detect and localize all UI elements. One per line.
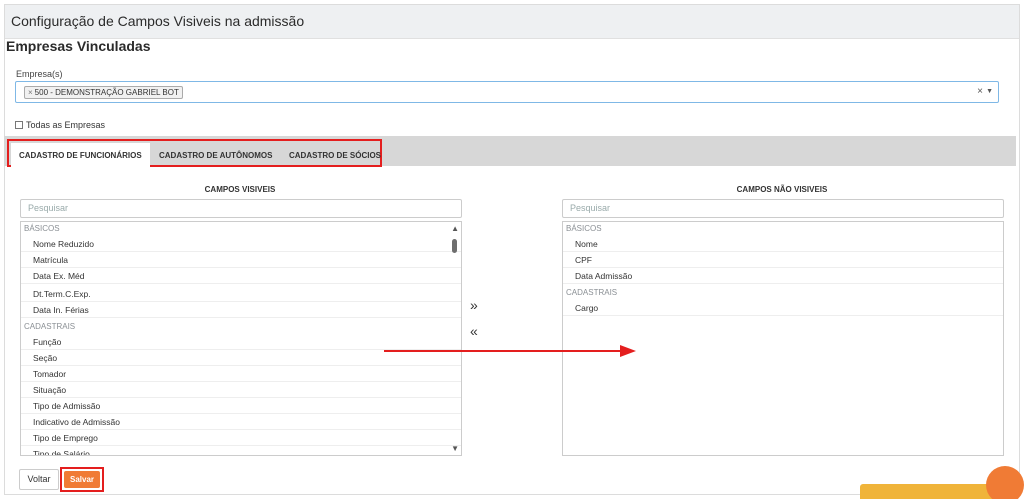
scroll-up-icon[interactable]: ▲ bbox=[451, 224, 459, 233]
empresa-select[interactable]: × 500 - DEMONSTRAÇÃO GABRIEL BOT × ▼ bbox=[15, 81, 999, 103]
move-right-button[interactable]: » bbox=[470, 297, 478, 313]
hidden-search-input[interactable]: Pesquisar bbox=[562, 199, 1004, 218]
list-item[interactable]: Tipo de Emprego bbox=[21, 430, 461, 446]
list-item[interactable]: Função bbox=[21, 334, 461, 350]
list-item[interactable]: CPF bbox=[563, 252, 1003, 268]
chip-remove-icon[interactable]: × bbox=[28, 88, 33, 97]
list-item[interactable]: Data Admissão bbox=[563, 268, 1003, 284]
list-item[interactable]: Matrícula bbox=[21, 252, 461, 268]
clear-icon[interactable]: × bbox=[977, 86, 983, 97]
list-item[interactable]: Situação bbox=[21, 382, 461, 398]
group-header: CADASTRAIS bbox=[24, 322, 76, 331]
tabs-highlight: CADASTRO DE FUNCIONÁRIOS CADASTRO DE AUT… bbox=[7, 139, 382, 167]
all-companies-row[interactable]: Todas as Empresas bbox=[15, 120, 105, 130]
list-item[interactable]: Dt.Term.C.Exp. bbox=[21, 284, 461, 302]
save-button[interactable]: Salvar bbox=[64, 471, 100, 488]
section-title: Empresas Vinculadas bbox=[6, 38, 151, 54]
list-item[interactable]: Indicativo de Admissão bbox=[21, 414, 461, 430]
hidden-fields-title: CAMPOS NÃO VISIVEIS bbox=[736, 185, 828, 194]
scrollbar-thumb[interactable] bbox=[452, 239, 457, 253]
visible-fields-title: CAMPOS VISIVEIS bbox=[204, 185, 276, 194]
list-item[interactable]: Nome bbox=[563, 236, 1003, 252]
tab-funcionarios[interactable]: CADASTRO DE FUNCIONÁRIOS bbox=[19, 151, 142, 160]
list-item[interactable]: Data In. Férias bbox=[21, 302, 461, 318]
back-button[interactable]: Voltar bbox=[19, 469, 59, 490]
scroll-down-icon[interactable]: ▼ bbox=[451, 444, 459, 453]
list-item[interactable]: Tipo de Admissão bbox=[21, 398, 461, 414]
tab-autonomos[interactable]: CADASTRO DE AUTÔNOMOS bbox=[159, 151, 272, 160]
annotation-arrow-line bbox=[384, 350, 622, 352]
page-title: Configuração de Campos Visiveis na admis… bbox=[5, 5, 1019, 39]
chat-launcher-icon[interactable] bbox=[986, 466, 1024, 499]
group-header: CADASTRAIS bbox=[566, 288, 618, 297]
all-companies-checkbox[interactable] bbox=[15, 121, 23, 129]
annotation-arrow-icon bbox=[620, 345, 636, 357]
list-item[interactable]: Cargo bbox=[563, 300, 1003, 316]
empresa-chip: × 500 - DEMONSTRAÇÃO GABRIEL BOT bbox=[24, 86, 183, 99]
chip-label: 500 - DEMONSTRAÇÃO GABRIEL BOT bbox=[34, 88, 179, 97]
list-item[interactable]: Seção bbox=[21, 350, 461, 366]
chevron-down-icon[interactable]: ▼ bbox=[986, 88, 993, 95]
all-companies-label: Todas as Empresas bbox=[26, 120, 106, 130]
move-left-button[interactable]: « bbox=[470, 323, 478, 339]
group-header: BÁSICOS bbox=[24, 224, 60, 233]
list-item[interactable]: Nome Reduzido bbox=[21, 236, 461, 252]
empresa-label: Empresa(s) bbox=[16, 69, 63, 79]
group-header: BÁSICOS bbox=[566, 224, 602, 233]
hidden-fields-list[interactable]: BÁSICOS Nome CPF Data Admissão CADASTRAI… bbox=[562, 221, 1004, 456]
visible-search-input[interactable]: Pesquisar bbox=[20, 199, 462, 218]
visible-fields-list[interactable]: BÁSICOS Nome Reduzido Matrícula Data Ex.… bbox=[20, 221, 462, 456]
list-item[interactable]: Data Ex. Méd bbox=[21, 268, 461, 284]
tab-socios[interactable]: CADASTRO DE SÓCIOS bbox=[289, 151, 381, 160]
list-item[interactable]: Tomador bbox=[21, 366, 461, 382]
list-item[interactable]: Tipo de Salário bbox=[21, 446, 461, 455]
